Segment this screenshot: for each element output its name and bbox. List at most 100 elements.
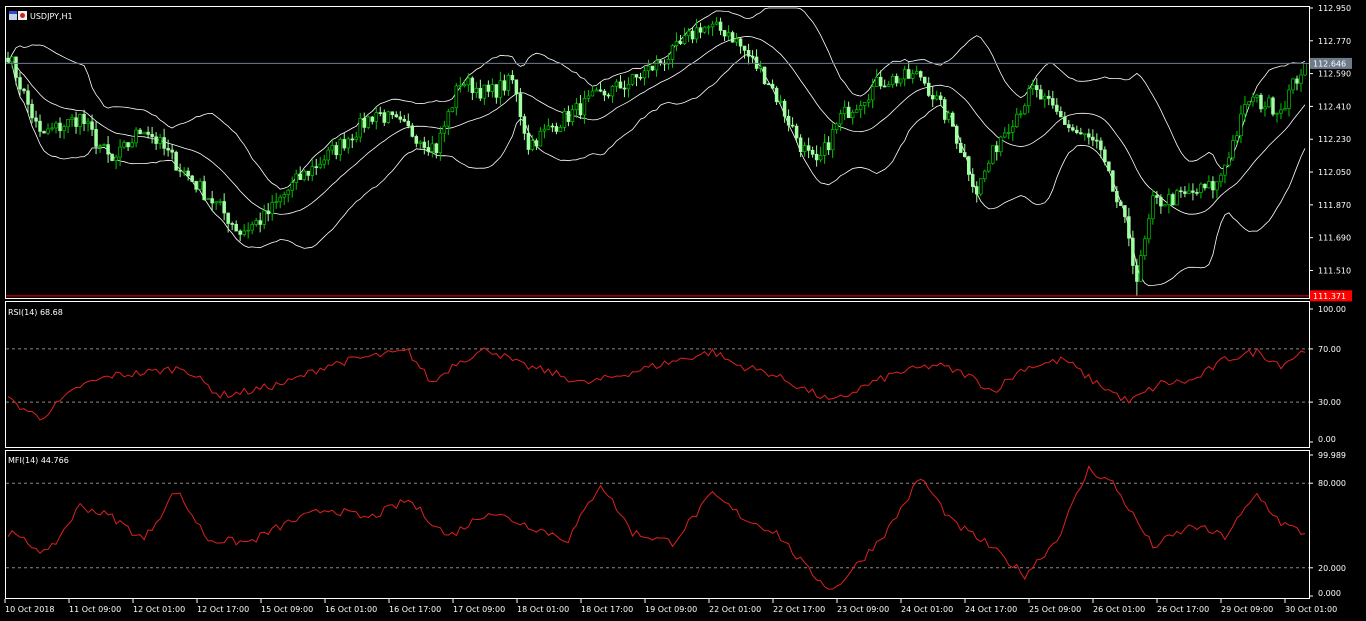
candle-body [922,76,927,84]
candle-body [1279,109,1283,114]
time-axis-label: 24 Oct 17:00 [965,605,1017,614]
time-axis-label: 18 Oct 17:00 [581,605,633,614]
candle-body [995,145,999,153]
candle-body [606,94,611,97]
candle-body [906,69,911,79]
candle-body [983,170,987,180]
candle-body [450,107,455,112]
candle-body [538,130,543,147]
candle-body [1227,157,1231,166]
candle-body [950,112,955,127]
chart-canvas[interactable]: 112.950 112.770 112.590 112.410 112.230 112.0… [0,0,1366,621]
candle-body [698,27,703,33]
mfi-label: MFI(14) 44.766 [8,456,69,465]
support-price-label: 111.371 [1313,292,1346,301]
candle-body [490,84,495,92]
candle-body [1283,108,1287,111]
candle-body [1239,113,1243,137]
time-axis-label: 25 Oct 09:00 [1029,605,1081,614]
price-axis-label: 111.870 [1318,201,1351,210]
candle-body [462,84,467,87]
candle-body [182,170,186,173]
time-axis-label: 24 Oct 01:00 [901,605,953,614]
candle-body [738,38,743,47]
candle-body [926,82,931,96]
time-axis-label: 17 Oct 09:00 [453,605,505,614]
candle-body [1199,183,1203,193]
candle-body [174,151,178,171]
candle-body [190,175,194,182]
candle-body [946,112,951,120]
candle-body [622,87,627,90]
candle-body [62,126,66,132]
candle-body [930,95,935,100]
candle-body [810,149,815,155]
candle-body [590,90,595,97]
time-axis-label: 30 Oct 01:00 [1285,605,1337,614]
candle-body [1267,97,1271,108]
time-axis-label: 12 Oct 01:00 [133,605,185,614]
candle-body [838,113,843,125]
candle-body [1299,74,1303,84]
candle-body [1187,190,1191,194]
candle-body [1079,132,1083,135]
candle-body [194,181,198,190]
candle-body [526,132,531,150]
candle-body [342,139,347,149]
candle-body [434,143,439,154]
candle-body [774,87,779,103]
candle-body [966,156,971,175]
candle-body [414,136,419,144]
candle-body [882,85,887,88]
candle-body [422,141,427,148]
candle-body [630,74,635,85]
candle-body [298,173,302,180]
candle-body [1195,192,1199,194]
candle-body [1107,161,1111,172]
candle-body [586,95,591,99]
candle-body [458,84,463,87]
candle-body [1115,190,1119,203]
candle-body [38,120,42,132]
time-axis-label: 29 Oct 09:00 [1221,605,1273,614]
candle-body [878,76,883,87]
candle-body [894,76,899,84]
candle-body [74,117,78,127]
candle-body [130,142,134,148]
candle-body [1075,129,1079,133]
candle-body [790,124,795,127]
candle-body [987,162,991,172]
candle-body [1055,104,1059,112]
candle-body [358,117,363,138]
candle-body [1039,89,1043,100]
candle-body [26,90,30,105]
time-axis-label: 16 Oct 01:00 [325,605,377,614]
candle-body [354,136,359,140]
candle-body [66,119,70,128]
candle-body [818,155,823,161]
candle-body [310,166,314,176]
candle-body [126,142,130,148]
candle-body [958,142,963,153]
candle-body [1207,181,1211,189]
candle-body [402,118,407,122]
candle-body [250,224,254,231]
candle-body [378,112,383,114]
time-axis-label: 26 Oct 01:00 [1093,605,1145,614]
candle-body [550,125,555,128]
candle-body [1263,106,1267,110]
candle-body [670,45,675,60]
candle-body [830,129,835,151]
candle-body [442,125,447,134]
candle-body [70,117,74,120]
time-axis-label: 12 Oct 17:00 [197,605,249,614]
time-axis-label: 10 Oct 2018 [5,605,54,614]
candle-body [854,109,859,113]
candle-body [106,144,110,155]
candle-body [510,74,515,81]
candle-body [962,152,967,158]
candle-body [766,83,771,86]
candle-body [1167,194,1171,205]
candle-body [1287,89,1291,109]
candle-body [1179,190,1183,193]
